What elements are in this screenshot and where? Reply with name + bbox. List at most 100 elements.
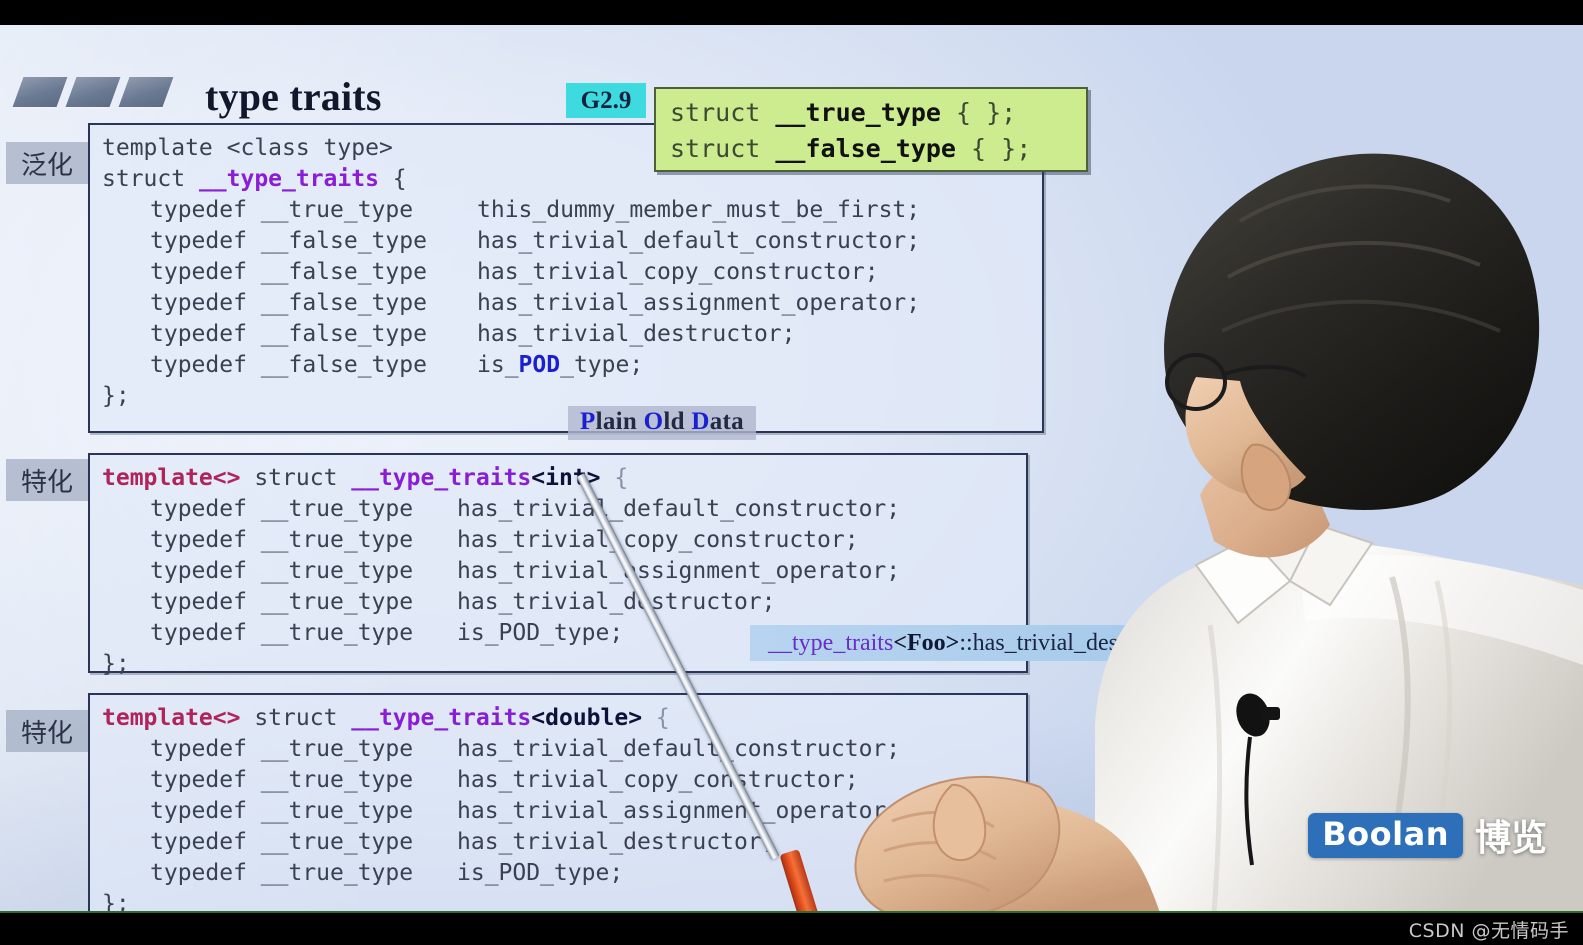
tag-specialization-double: 特化	[6, 710, 88, 752]
true-false-type-box: struct __true_type { }; struct __false_t…	[654, 87, 1088, 172]
tag-generalization: 泛化	[6, 142, 88, 184]
pod-p: P	[580, 408, 596, 435]
panel2-member-1: has_trivial_copy_constructor;	[457, 527, 859, 553]
panel2-typedef-2: typedef __true_type	[150, 558, 414, 584]
panel1-row-2: typedef __false_type has_trivial_copy_co…	[90, 257, 1042, 288]
panel1-member-2: has_trivial_copy_constructor;	[477, 259, 879, 285]
panel1-member-3: has_trivial_assignment_operator;	[477, 290, 921, 316]
hair-strand-1	[1238, 184, 1451, 223]
panel2-struct-kw: struct	[240, 465, 352, 491]
panel2-member-2: has_trivial_assignment_operator;	[457, 558, 901, 584]
panel3-open-brace: {	[642, 705, 670, 731]
page-title: type traits	[205, 74, 382, 119]
panel2-type-traits-name: __type_traits	[351, 465, 532, 491]
green-line1-suffix: { };	[940, 98, 1017, 127]
panel1-struct-kw: struct	[102, 166, 199, 192]
panel1-type-suffix: _type;	[560, 352, 644, 378]
instructor-ear	[1240, 443, 1292, 511]
panel1-row-1: typedef __false_type has_trivial_default…	[90, 226, 1042, 257]
panel1-member-4: has_trivial_destructor;	[477, 321, 796, 347]
panel2-typedef-1: typedef __true_type	[150, 527, 414, 553]
panel2-typedef-3: typedef __true_type	[150, 589, 414, 615]
shirt-fold-1	[1389, 576, 1411, 816]
panel1-typedef-1: typedef __false_type	[150, 228, 427, 254]
panel3-typedef-0: typedef __true_type	[150, 736, 414, 762]
panel1-row-4: typedef __false_type has_trivial_destruc…	[90, 319, 1042, 350]
panel3-row-1: typedef __true_type has_trivial_copy_con…	[90, 765, 1026, 796]
tooltip-arg: <Foo>	[893, 629, 960, 656]
glasses-temple	[1221, 365, 1308, 379]
panel2-row-2: typedef __true_type has_trivial_assignme…	[90, 556, 1026, 587]
slide-logo-bars	[12, 77, 174, 107]
lapel-microphone	[1236, 693, 1270, 737]
panel3-template-kw: template<>	[102, 705, 241, 731]
panel3-member-4: is_POD_type;	[457, 860, 624, 886]
panel1-typedef-3: typedef __false_type	[150, 290, 427, 316]
letterbox-bottom: CSDN @无情码手	[0, 913, 1583, 945]
panel3-template-arg: <double>	[531, 705, 643, 731]
pod-d: D	[691, 408, 710, 435]
version-badge: G2.9	[566, 83, 646, 118]
panel3-row-2: typedef __true_type has_trivial_assignme…	[90, 796, 1026, 827]
panel1-typedef-0: typedef __true_type	[150, 197, 414, 223]
instructor-face	[1185, 377, 1306, 496]
pod-ata: ata	[709, 408, 744, 435]
boolan-badge: Boolan	[1308, 812, 1463, 858]
panel2-open-brace: {	[600, 465, 629, 491]
shirt-highlight	[1300, 554, 1583, 665]
panel1-row-3: typedef __false_type has_trivial_assignm…	[90, 288, 1042, 319]
panel2-row-1: typedef __true_type has_trivial_copy_con…	[90, 525, 1026, 556]
csdn-watermark: CSDN @无情码手	[1408, 920, 1569, 942]
shirt-collar-left	[1194, 535, 1292, 625]
instructor-hair	[1164, 153, 1540, 510]
panel1-is-prefix: is_	[477, 352, 519, 378]
panel3-member-0: has_trivial_default_constructor;	[457, 736, 901, 762]
panel2-header: template<> struct __type_traits<int> {	[90, 463, 1026, 494]
panel1-open-brace: {	[378, 166, 407, 192]
boolan-chinese: 博览	[1474, 818, 1547, 859]
shirt-fold-2	[1434, 580, 1453, 826]
glasses-lens	[1165, 353, 1227, 411]
instructor-neck	[1200, 446, 1330, 558]
panel3-member-3: has_trivial_destructor;	[457, 829, 776, 855]
panel1-member-5: is_POD_type;	[477, 350, 1042, 381]
mic-clip	[1262, 707, 1280, 720]
panel1-row-5: typedef __false_type is_POD_type;	[90, 350, 1042, 381]
green-line1-prefix: struct	[670, 98, 776, 127]
panel2-member-0: has_trivial_default_constructor;	[457, 496, 901, 522]
panel3-row-4: typedef __true_type is_POD_type;	[90, 858, 1026, 889]
boolan-logo: Boolan 博览	[1308, 809, 1547, 861]
green-divider-line	[0, 911, 1583, 913]
panel3-typedef-2: typedef __true_type	[150, 798, 414, 824]
panel3-typedef-3: typedef __true_type	[150, 829, 414, 855]
shirt-fold-3	[1207, 624, 1223, 913]
panel2-row-3: typedef __true_type has_trivial_destruct…	[90, 587, 1026, 618]
tooltip-prefix: __type_traits	[768, 629, 894, 656]
panel1-typedef-5: typedef __false_type	[150, 352, 427, 378]
logo-bar-1	[12, 77, 68, 107]
mic-cable	[1244, 736, 1254, 866]
panel3-typedef-1: typedef __true_type	[150, 767, 414, 793]
shirt-collar-right	[1288, 523, 1374, 607]
panel1-closing: };	[102, 383, 130, 409]
panel1-member-1: has_trivial_default_constructor;	[477, 228, 921, 254]
pod-o: O	[643, 408, 664, 435]
panel1-typedef-4: typedef __false_type	[150, 321, 427, 347]
panel1-type-traits-name: __type_traits	[198, 166, 379, 192]
panel3-closing: };	[102, 891, 130, 913]
projected-slide: type traits G2.9 struct __true_type { };…	[0, 25, 1583, 913]
pod-lain: lain	[595, 408, 644, 435]
panel3-header: template<> struct __type_traits<double> …	[90, 703, 1026, 734]
hair-strand-3	[1221, 299, 1501, 333]
pod-ld: ld	[663, 408, 692, 435]
video-frame-stage: type traits G2.9 struct __true_type { };…	[0, 0, 1583, 945]
tooltip-suffix: ::has_trivial_destructo	[959, 629, 1174, 656]
panel3-row-0: typedef __true_type has_trivial_default_…	[90, 734, 1026, 765]
logo-bar-2	[65, 77, 121, 107]
panel2-typedef-4: typedef __true_type	[150, 620, 414, 646]
panel2-member-3: has_trivial_destructor;	[457, 589, 776, 615]
panel1-typedef-2: typedef __false_type	[150, 259, 427, 285]
panel3-typedef-4: typedef __true_type	[150, 860, 414, 886]
panel1-member-0: this_dummy_member_must_be_first;	[477, 197, 921, 223]
green-line2-name: __false_type	[775, 134, 956, 163]
